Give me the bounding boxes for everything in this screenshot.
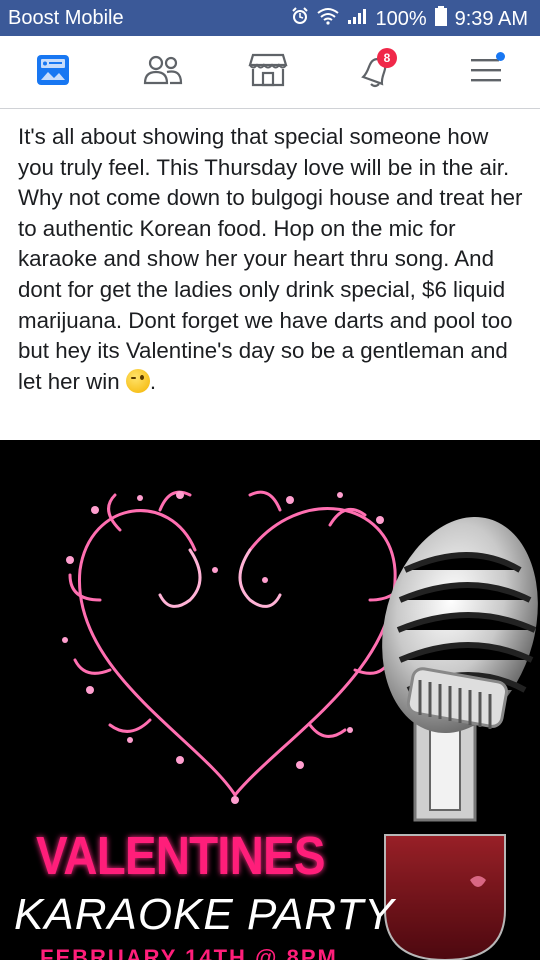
post-body: It's all about showing that special some… bbox=[18, 124, 523, 394]
wine-glass-art bbox=[384, 834, 506, 960]
blossom-dots bbox=[62, 491, 408, 804]
microphone-art bbox=[382, 516, 538, 822]
nav-menu[interactable] bbox=[463, 50, 509, 94]
carrier-name: Boost Mobile bbox=[8, 7, 124, 29]
status-bar: Boost Mobile 100% 9:39 AM bbox=[0, 0, 540, 36]
notification-badge: 8 bbox=[377, 48, 397, 68]
marketplace-icon bbox=[248, 52, 288, 93]
battery-icon bbox=[434, 6, 447, 32]
poster-footer: FEBRUARY 14TH @ 8PM bbox=[40, 945, 338, 960]
nav-news-feed[interactable] bbox=[30, 50, 76, 94]
nav-notifications[interactable]: 8 bbox=[353, 48, 399, 94]
poster-title: VALENTINES bbox=[36, 826, 326, 886]
alarm-icon bbox=[291, 7, 309, 31]
poster-subtitle: KARAOKE PARTY bbox=[14, 890, 395, 939]
heart-vine-decoration bbox=[68, 490, 407, 797]
status-icons: 100% 9:39 AM bbox=[291, 6, 528, 32]
post-text: It's all about showing that special some… bbox=[18, 122, 523, 397]
battery-percent: 100% bbox=[375, 7, 427, 30]
winking-face-icon bbox=[125, 368, 150, 393]
signal-icon bbox=[347, 7, 367, 31]
friends-icon bbox=[143, 53, 183, 92]
nav-marketplace[interactable] bbox=[245, 50, 291, 94]
news-feed-icon bbox=[36, 54, 70, 91]
event-poster-image[interactable]: VALENTINES KARAOKE PARTY FEBRUARY 14TH @… bbox=[0, 440, 540, 960]
top-nav-bar: 8 bbox=[0, 36, 540, 109]
menu-dot bbox=[496, 52, 505, 61]
nav-friends[interactable] bbox=[140, 50, 186, 94]
post-trailing: . bbox=[149, 368, 157, 394]
clock: 9:39 AM bbox=[454, 7, 528, 30]
wifi-icon bbox=[317, 7, 340, 31]
